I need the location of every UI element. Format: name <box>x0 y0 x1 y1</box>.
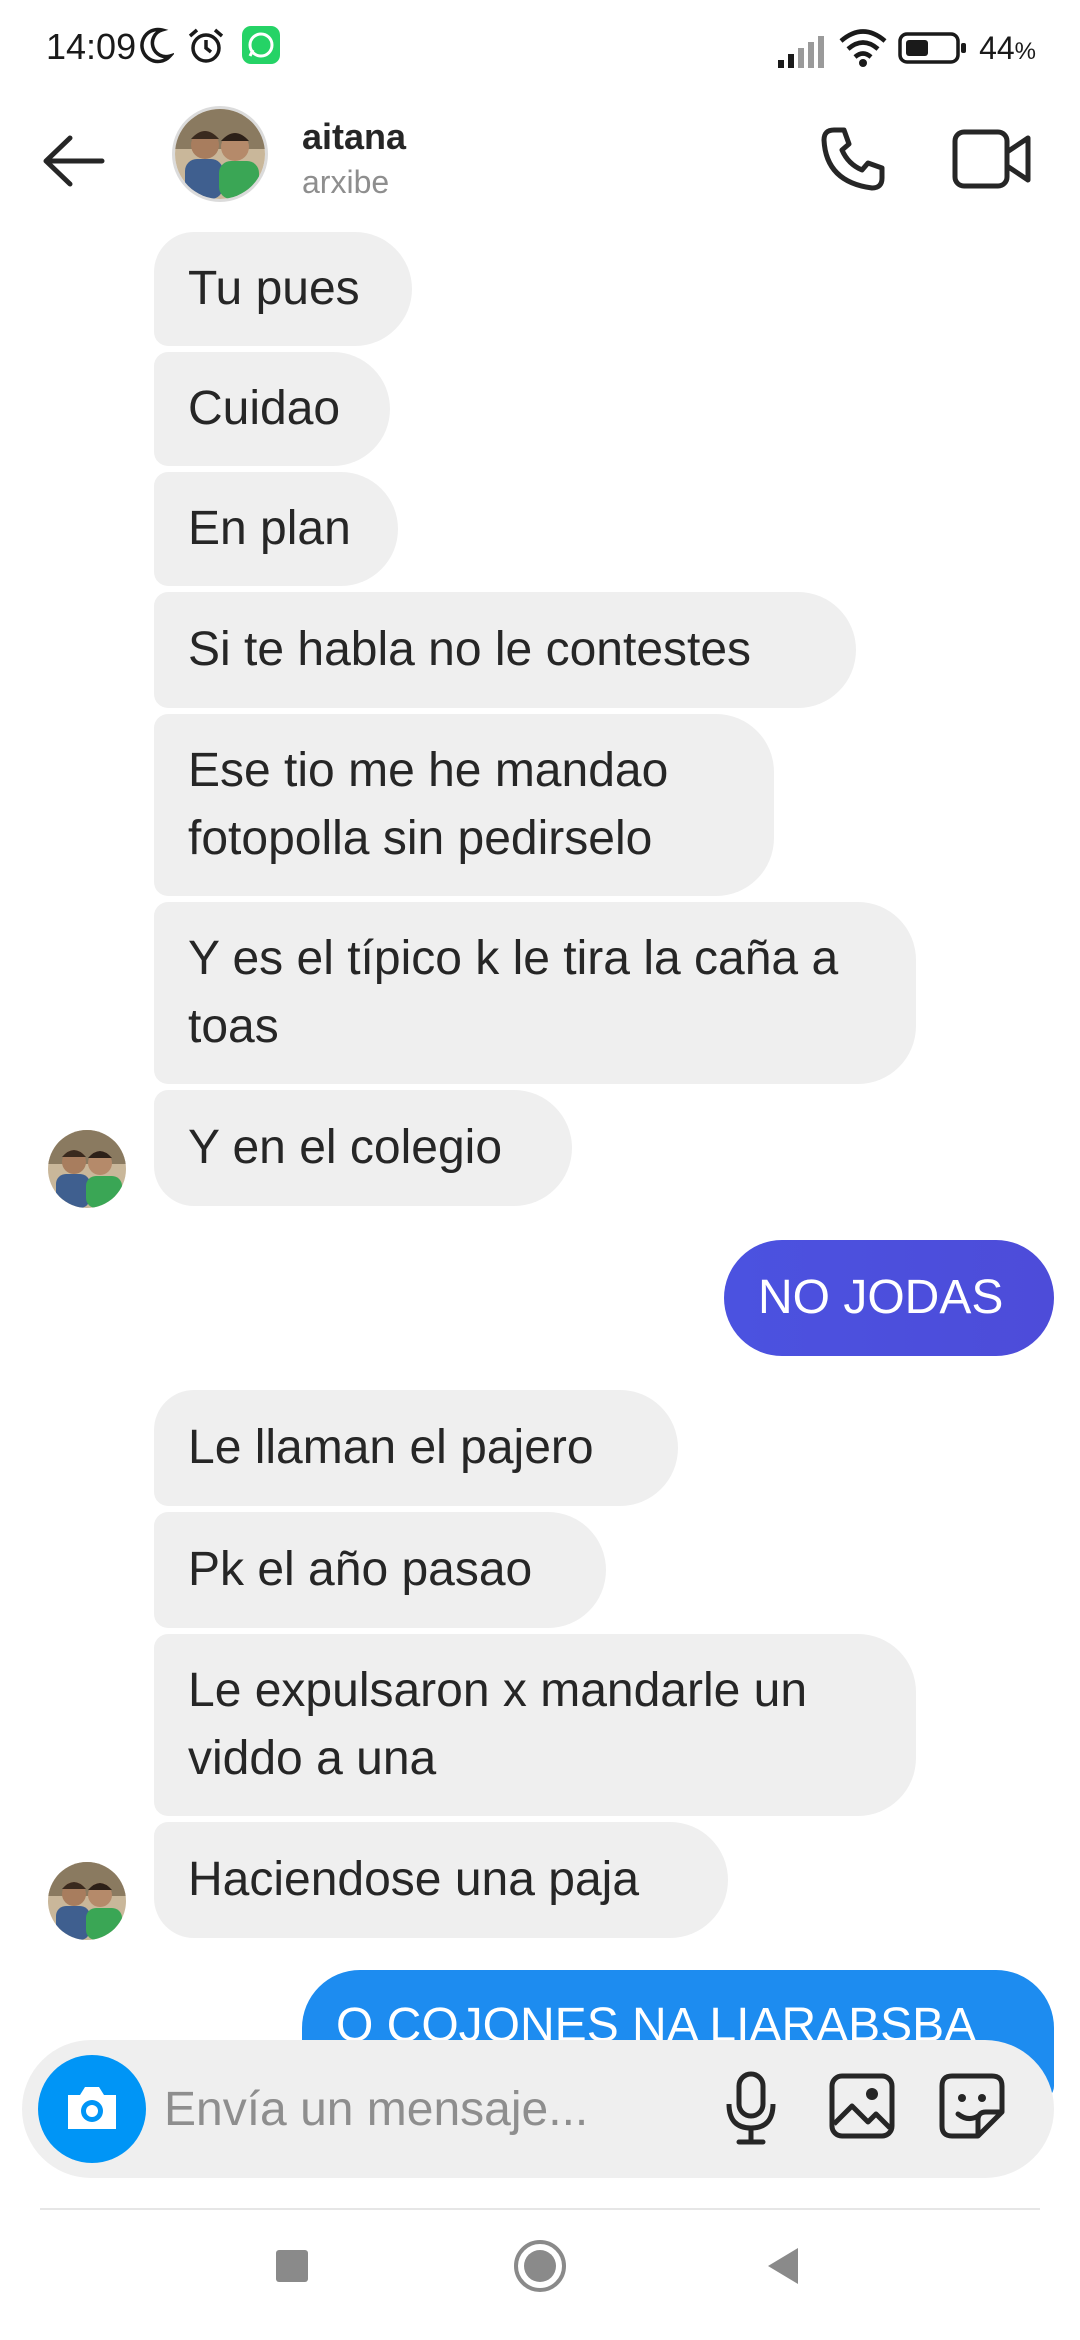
divider <box>40 2208 1040 2210</box>
message-bubble-incoming[interactable]: Le llaman el pajero <box>154 1390 678 1506</box>
message-text: Tu pues <box>188 262 360 315</box>
message-text: Le llaman el pajero <box>188 1421 594 1474</box>
contact-username[interactable]: arxibe <box>302 164 389 201</box>
chat-header: aitana arxibe <box>0 96 1080 226</box>
message-bubble-incoming[interactable]: Y es el típico k le tira la caña a toas <box>154 902 916 1084</box>
message-bubble-incoming[interactable]: Ese tio me he mandao fotopolla sin pedir… <box>154 714 774 896</box>
triangle-nav-icon[interactable] <box>764 2244 804 2288</box>
phone-icon[interactable] <box>818 124 888 194</box>
message-text: Le expulsaron x mandarle un viddo a una <box>188 1664 808 1785</box>
message-text: Ese tio me he mandao fotopolla sin pedir… <box>188 744 669 865</box>
wifi-icon <box>839 29 887 67</box>
message-text: Y es el típico k le tira la caña a toas <box>188 932 839 1053</box>
sticker-icon[interactable] <box>938 2072 1006 2140</box>
microphone-icon[interactable] <box>724 2070 778 2148</box>
message-bubble-incoming[interactable]: Haciendose una paja <box>154 1822 728 1938</box>
battery-percent: 44% <box>979 30 1036 67</box>
message-bubble-outgoing[interactable]: NO JODAS <box>724 1240 1054 1356</box>
message-bubble-incoming[interactable]: Tu pues <box>154 232 412 346</box>
moon-icon <box>140 27 174 64</box>
back-arrow-icon[interactable] <box>38 126 110 196</box>
message-text: Y en el colegio <box>188 1121 503 1174</box>
camera-button[interactable] <box>38 2055 146 2163</box>
sender-avatar[interactable] <box>48 1130 126 1208</box>
status-time: 14:09 <box>46 26 137 67</box>
message-text: Si te habla no le contestes <box>188 623 752 676</box>
message-bubble-incoming[interactable]: Si te habla no le contestes <box>154 592 856 708</box>
message-input[interactable] <box>164 2074 704 2144</box>
message-bubble-incoming[interactable]: Y en el colegio <box>154 1090 572 1206</box>
message-bubble-incoming[interactable]: Pk el año pasao <box>154 1512 606 1628</box>
image-icon[interactable] <box>828 2072 896 2140</box>
sender-avatar[interactable] <box>48 1862 126 1940</box>
message-text: Haciendose una paja <box>188 1853 640 1906</box>
contact-avatar[interactable] <box>172 106 268 202</box>
square-nav-icon[interactable] <box>272 2246 312 2286</box>
alarm-icon <box>188 28 224 63</box>
message-text: En plan <box>188 502 351 555</box>
battery-unit: % <box>1014 38 1036 65</box>
message-composer <box>22 2040 1054 2178</box>
battery-icon <box>898 32 966 64</box>
battery-value: 44 <box>979 30 1015 66</box>
circle-nav-icon[interactable] <box>512 2238 568 2294</box>
message-bubble-incoming[interactable]: Cuidao <box>154 352 390 466</box>
status-bar: 14:09 44% <box>0 0 1080 96</box>
video-icon[interactable] <box>952 126 1032 192</box>
signal-icon <box>778 36 824 68</box>
message-bubble-incoming[interactable]: Le expulsaron x mandarle un viddo a una <box>154 1634 916 1816</box>
whatsapp-icon <box>242 26 280 64</box>
message-text: NO JODAS <box>758 1271 1004 1324</box>
message-text: Pk el año pasao <box>188 1543 533 1596</box>
contact-name[interactable]: aitana <box>302 116 406 158</box>
message-text: Cuidao <box>188 382 341 435</box>
camera-icon <box>68 2087 116 2129</box>
message-bubble-incoming[interactable]: En plan <box>154 472 398 586</box>
